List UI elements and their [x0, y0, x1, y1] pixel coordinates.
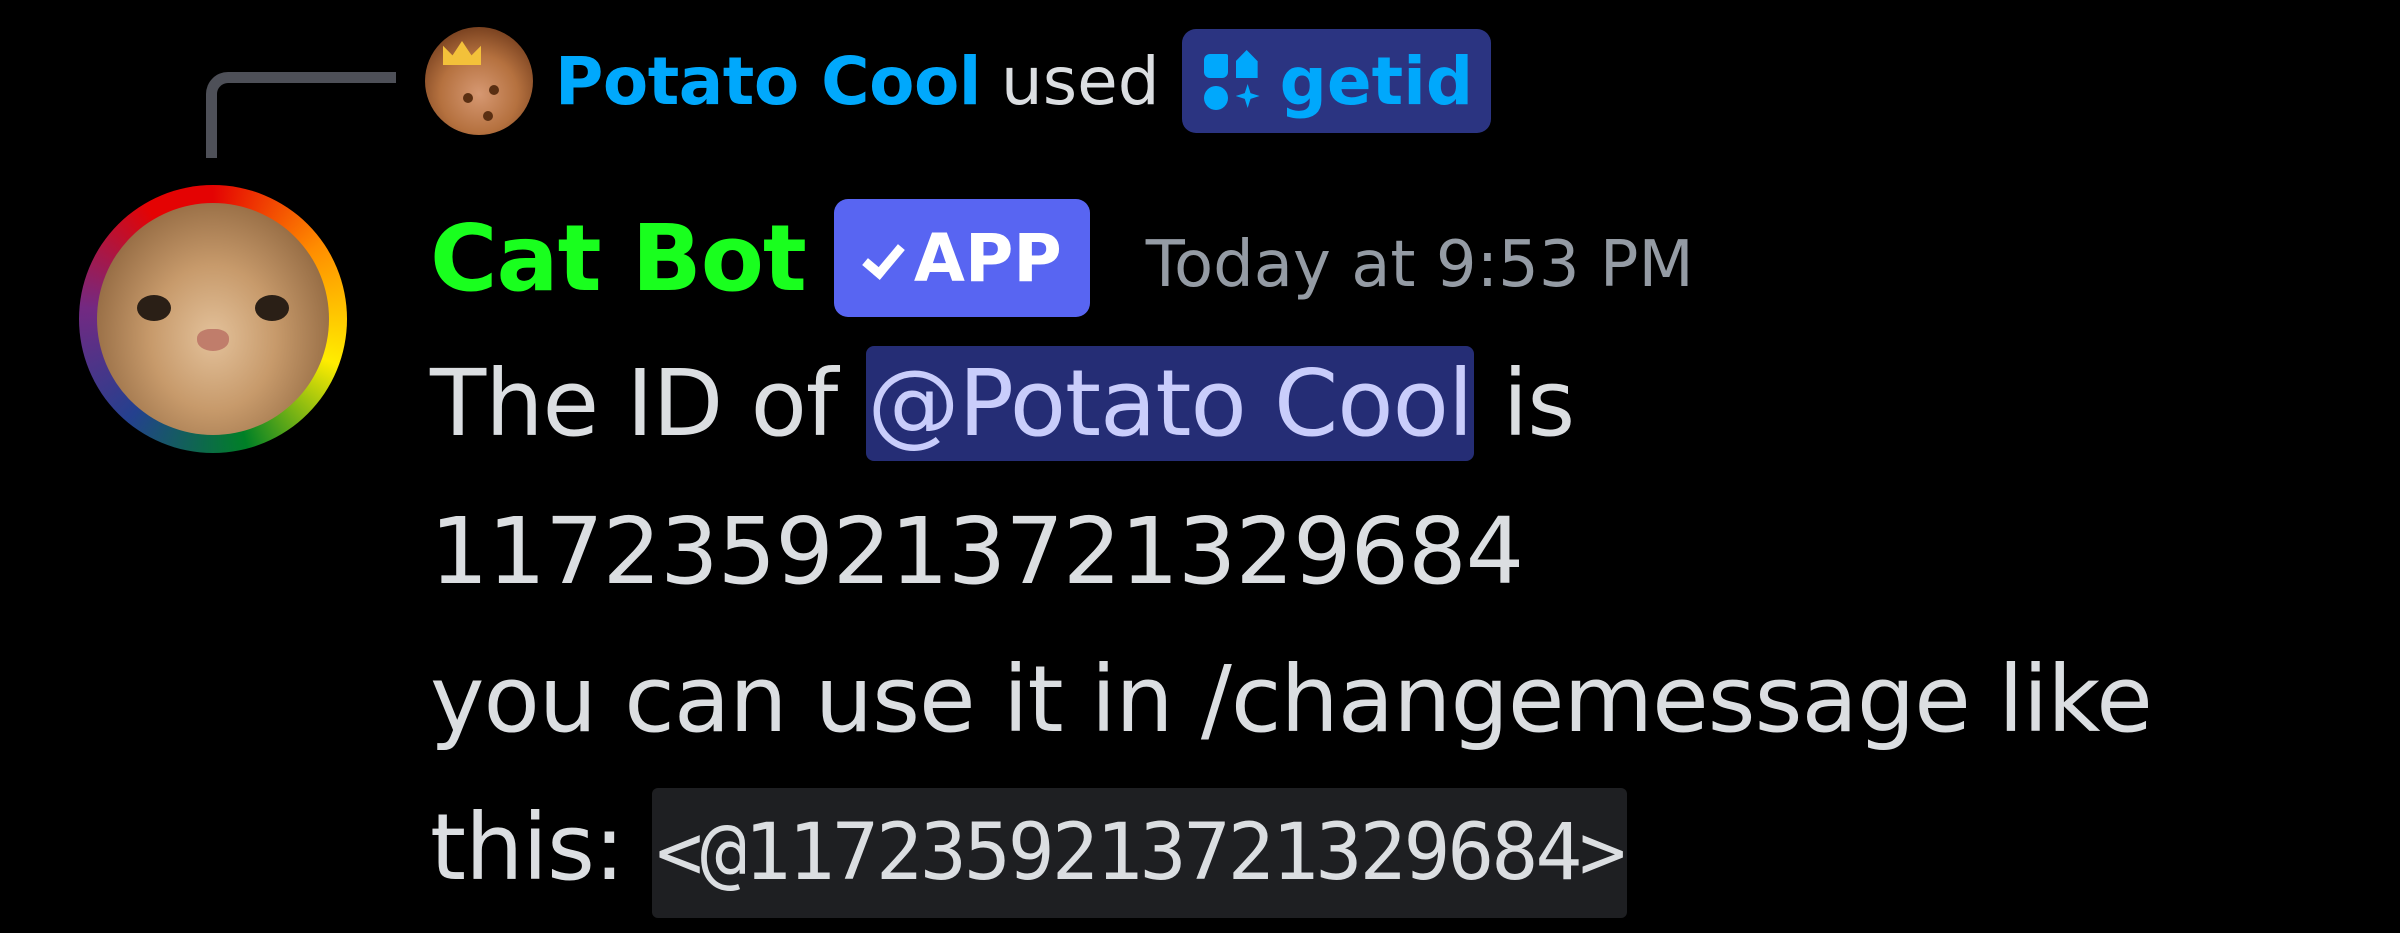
- reply-avatar[interactable]: [425, 27, 533, 135]
- message-line-3: you can use it in /changemessage like: [430, 646, 2153, 753]
- cat-nose: [197, 329, 229, 351]
- command-name: getid: [1279, 42, 1474, 120]
- slash-command-icon: [1200, 48, 1266, 114]
- command-pill[interactable]: getid: [1181, 29, 1492, 133]
- inline-code: <@1172359213721329684>: [652, 788, 1628, 918]
- reply-action-text: used: [1000, 42, 1160, 120]
- user-id-text: 1172359213721329684: [430, 498, 1524, 605]
- reply-username[interactable]: Potato Cool: [555, 43, 981, 120]
- cat-eye-left: [137, 295, 171, 321]
- bot-avatar[interactable]: [79, 185, 347, 453]
- user-mention[interactable]: @Potato Cool: [865, 346, 1475, 461]
- message: Potato Cool used getid Cat Bot APP Today…: [0, 0, 2400, 933]
- text-prefix: The ID of: [430, 350, 866, 457]
- app-badge[interactable]: APP: [833, 199, 1090, 317]
- author-name[interactable]: Cat Bot: [430, 205, 807, 312]
- cat-eye-right: [255, 295, 289, 321]
- message-line-1: The ID of @Potato Cool is: [430, 330, 2330, 478]
- reply-connector: [206, 72, 396, 158]
- timestamp[interactable]: Today at 9:53 PM: [1146, 228, 1694, 302]
- app-badge-label: APP: [913, 219, 1062, 297]
- message-content: The ID of @Potato Cool is 11723592137213…: [430, 330, 2330, 927]
- cat-face: [97, 203, 329, 435]
- text-prefix: this:: [430, 794, 653, 901]
- text-suffix: is: [1474, 350, 1576, 457]
- message-header: Cat Bot APP Today at 9:53 PM: [430, 196, 1694, 320]
- message-line-4: this: <@1172359213721329684>: [430, 774, 2330, 927]
- check-icon: [860, 238, 900, 278]
- crown-icon: [443, 41, 481, 65]
- reply-reference[interactable]: Potato Cool used getid: [425, 26, 1492, 136]
